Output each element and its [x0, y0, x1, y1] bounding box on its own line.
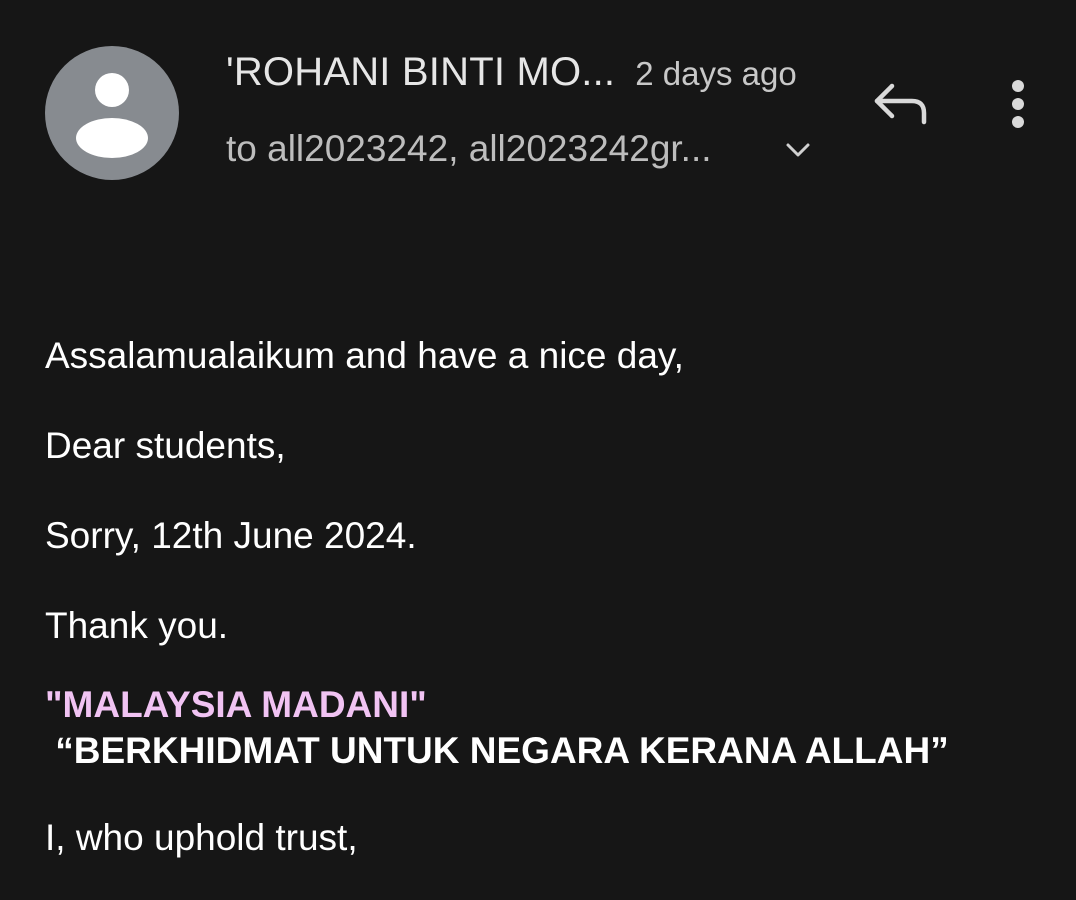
timestamp: 2 days ago — [635, 55, 797, 92]
email-body: Assalamualaikum and have a nice day, Dea… — [45, 330, 1045, 900]
reply-button[interactable] — [866, 76, 934, 132]
more-vert-icon — [1012, 80, 1024, 128]
reply-icon — [874, 83, 927, 125]
greeting-text: Assalamualaikum and have a nice day, — [45, 335, 684, 376]
sender-line: 'ROHANI BINTI MO... 2 days ago — [226, 50, 797, 102]
sender-avatar[interactable] — [45, 46, 179, 180]
thanks-text: Thank you. — [45, 605, 229, 646]
body-line: Sorry, 12th June 2024. — [45, 515, 417, 556]
chevron-down-icon — [786, 143, 810, 157]
recipients-line[interactable]: to all2023242, all2023242gr... — [226, 124, 712, 174]
email-view: 'ROHANI BINTI MO... 2 days ago to all202… — [0, 0, 1076, 900]
recipients-text[interactable]: to all2023242, all2023242gr... — [226, 128, 712, 170]
closing-text: I, who uphold trust, — [45, 817, 358, 858]
salutation-text: Dear students, — [45, 425, 286, 466]
person-icon — [76, 73, 148, 158]
motto-line-1: "MALAYSIA MADANI" — [45, 684, 427, 725]
signature-motto: "MALAYSIA MADANI" “BERKHIDMAT UNTUK NEGA… — [45, 682, 1045, 774]
more-options-button[interactable] — [996, 74, 1040, 134]
expand-details-button[interactable] — [783, 138, 813, 162]
motto-line-2: “BERKHIDMAT UNTUK NEGARA KERANA ALLAH” — [45, 730, 949, 771]
sender-name[interactable]: 'ROHANI BINTI MO... — [226, 50, 615, 95]
